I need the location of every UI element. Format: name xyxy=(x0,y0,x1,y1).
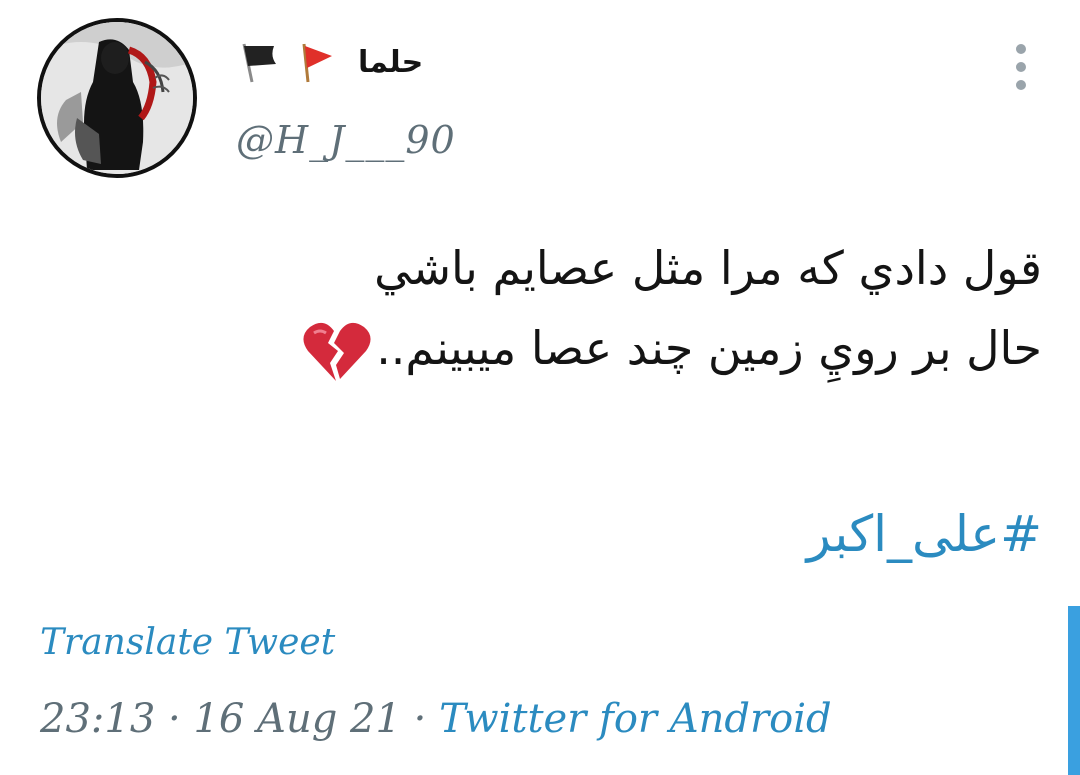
tweet-metadata: 23:13 · 16 Aug 21 · Twitter for Android xyxy=(40,696,832,742)
more-options-icon[interactable] xyxy=(1006,44,1036,90)
red-triangular-flag-icon xyxy=(302,43,332,83)
tweet-date: 16 Aug 21 xyxy=(193,696,401,742)
separator: · xyxy=(168,696,181,742)
separator: · xyxy=(413,696,427,742)
scroll-indicator[interactable] xyxy=(1068,606,1080,775)
user-handle[interactable]: @H_J___90 xyxy=(236,118,456,162)
tweet-time: 23:13 xyxy=(40,696,156,742)
translate-tweet-link[interactable]: Translate Tweet xyxy=(40,622,335,663)
tweet-text-line: قول دادي كه مرا مثل عصايم باشي xyxy=(374,241,1042,295)
display-name[interactable]: حلما xyxy=(358,45,423,80)
tweet-text-line: حال بر رويِ زمين چند عصا ميبينم.. xyxy=(122,308,1042,388)
tweet-text: قول دادي كه مرا مثل عصايم باشي حال بر رو… xyxy=(122,228,1042,388)
broken-heart-icon xyxy=(303,322,371,381)
avatar[interactable] xyxy=(37,18,197,178)
hashtag-link[interactable]: #على_اكبر xyxy=(807,505,1042,563)
tweet-source-link[interactable]: Twitter for Android xyxy=(439,696,832,742)
user-name-row: حلما xyxy=(236,36,423,88)
black-flag-icon xyxy=(242,43,276,83)
